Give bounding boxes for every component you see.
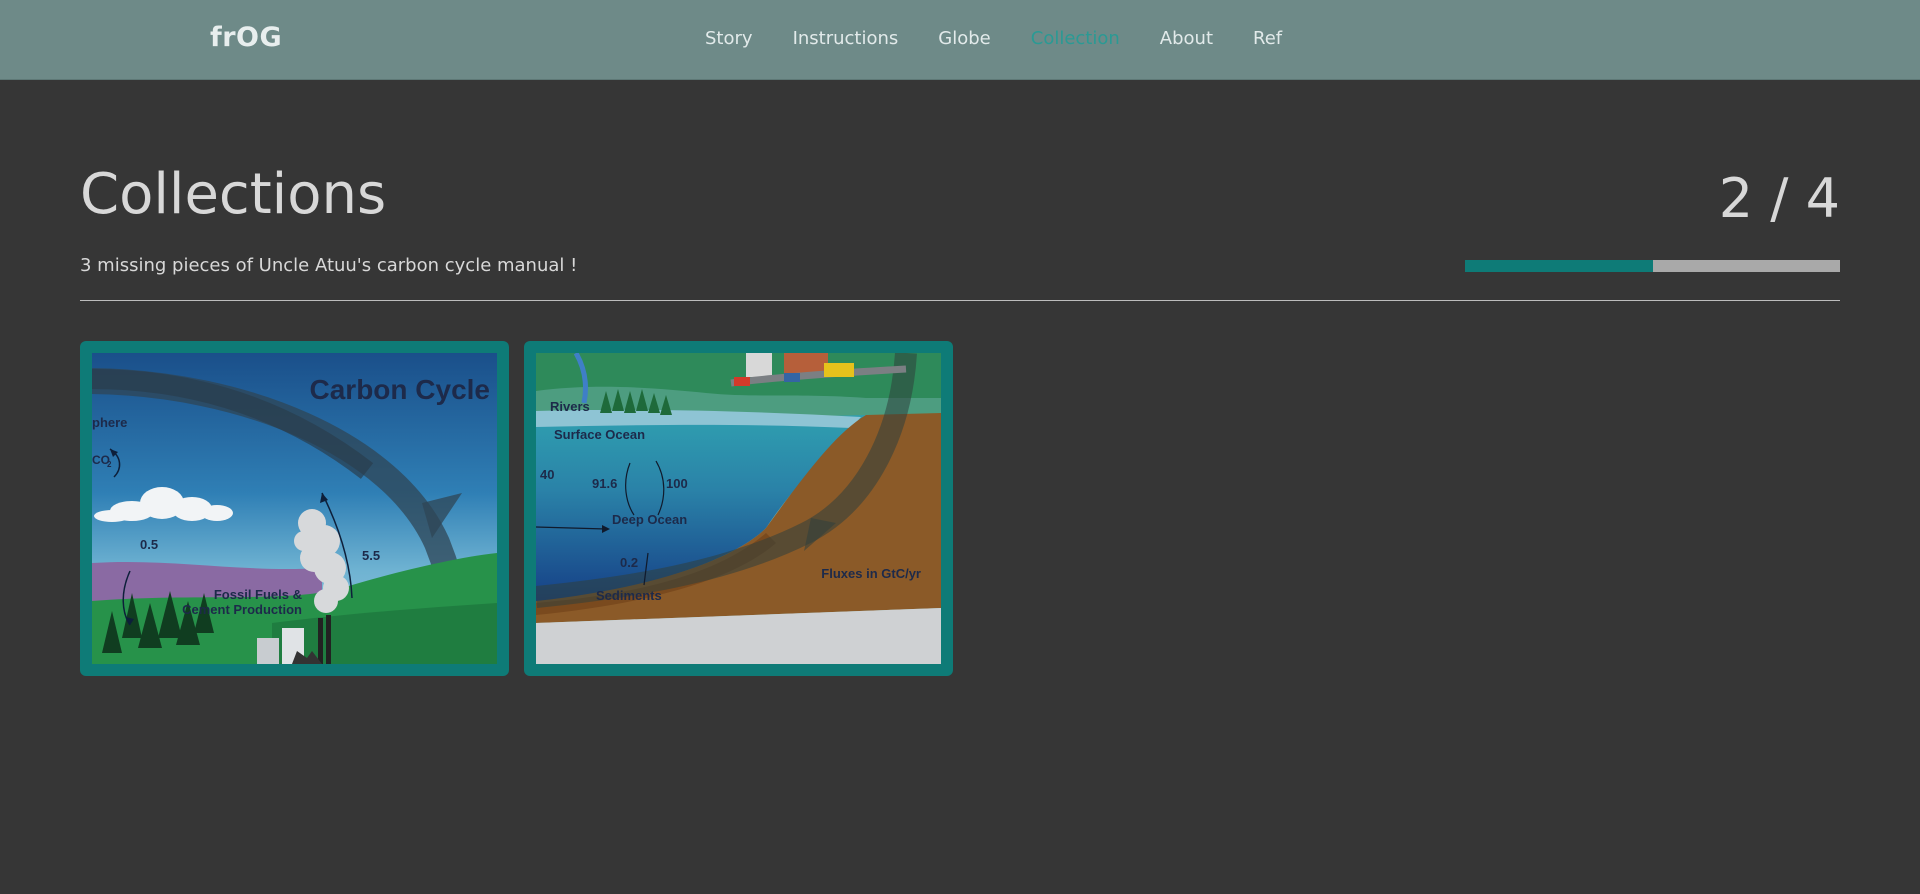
label-rivers: Rivers bbox=[550, 399, 590, 414]
ocean-cycle-image: Rivers Surface Ocean 40 91.6 100 Deep Oc… bbox=[536, 353, 941, 664]
nav-link-globe[interactable]: Globe bbox=[938, 28, 990, 49]
nav-link-instructions[interactable]: Instructions bbox=[793, 28, 899, 49]
nav-link-about[interactable]: About bbox=[1160, 28, 1213, 49]
collection-card-ocean-cycle[interactable]: Rivers Surface Ocean 40 91.6 100 Deep Oc… bbox=[524, 341, 953, 676]
page-title: Collections bbox=[80, 162, 387, 227]
label-flux-100: 100 bbox=[666, 476, 688, 491]
label-flux-91-6: 91.6 bbox=[592, 476, 617, 491]
nav-link-ref[interactable]: Ref bbox=[1253, 28, 1282, 49]
label-atmosphere: phere bbox=[92, 415, 127, 430]
label-co2-sub: 2 bbox=[107, 460, 112, 469]
label-deep-ocean: Deep Ocean bbox=[612, 512, 687, 527]
collection-progress-bar bbox=[1465, 260, 1840, 272]
card-title-carbon-cycle: Carbon Cycle bbox=[310, 374, 491, 405]
nav-link-collection[interactable]: Collection bbox=[1031, 28, 1120, 49]
label-flux-5-5: 5.5 bbox=[362, 548, 380, 563]
label-fossil-fuels-1: Fossil Fuels & bbox=[214, 587, 302, 602]
label-sediments: Sediments bbox=[596, 588, 662, 603]
brand-logo[interactable]: frOG bbox=[210, 22, 282, 53]
carbon-cycle-image: Carbon Cycle phere CO 2 0.5 5.5 Fossil F… bbox=[92, 353, 497, 664]
progress-fill bbox=[1465, 260, 1653, 272]
navbar: frOG Story Instructions Globe Collection… bbox=[0, 0, 1920, 80]
label-fluxes-units: Fluxes in GtC/yr bbox=[821, 566, 921, 581]
label-flux-40: 40 bbox=[540, 467, 554, 482]
nav-links: Story Instructions Globe Collection Abou… bbox=[705, 28, 1322, 49]
collection-card-carbon-cycle[interactable]: Carbon Cycle phere CO 2 0.5 5.5 Fossil F… bbox=[80, 341, 509, 676]
label-fossil-fuels-2: Cement Production bbox=[182, 602, 302, 617]
nav-link-story[interactable]: Story bbox=[705, 28, 753, 49]
label-flux-0-2: 0.2 bbox=[620, 555, 638, 570]
label-flux-0-5: 0.5 bbox=[140, 537, 158, 552]
label-surface-ocean: Surface Ocean bbox=[554, 427, 645, 442]
collection-counter: 2 / 4 bbox=[1718, 167, 1840, 230]
page-subtitle: 3 missing pieces of Uncle Atuu's carbon … bbox=[80, 255, 578, 276]
divider bbox=[80, 300, 1840, 301]
